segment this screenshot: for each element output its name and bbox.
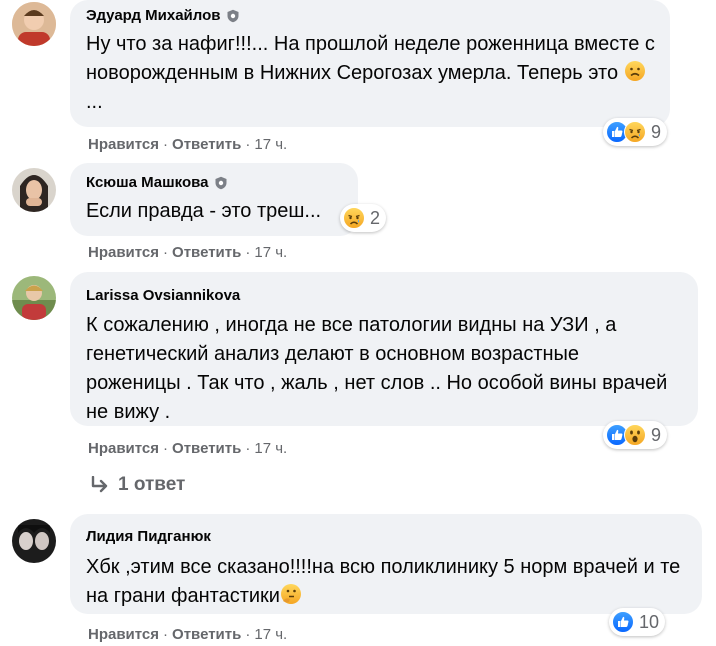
comment-bubble: Эдуард Михайлов Ну что за нафиг!!!... На… — [70, 0, 670, 127]
author-row: Эдуард Михайлов — [86, 6, 656, 26]
comment-actions: Нравится · Ответить · 17 ч. — [88, 626, 288, 643]
reaction-count: 9 — [651, 121, 662, 142]
avatar[interactable] — [12, 276, 56, 320]
reaction-summary[interactable]: 9 — [603, 421, 668, 449]
avatar[interactable] — [12, 2, 56, 46]
author-row: Larissa Ovsiannikova — [86, 286, 684, 306]
comment-bubble: Лидия Пидганюк Хбк ,этим все сказано!!!!… — [70, 514, 702, 614]
timestamp[interactable]: 17 ч. — [254, 626, 287, 643]
reaction-summary[interactable]: 10 — [609, 608, 666, 636]
like-link[interactable]: Нравится — [88, 244, 159, 261]
sad-face-emoji-icon — [624, 61, 645, 81]
reaction-count: 2 — [370, 207, 381, 228]
comment-text: Ну что за нафиг!!!... На прошлой неделе … — [86, 33, 655, 113]
reply-arrow-icon — [91, 476, 108, 493]
author-row: Ксюша Машкова — [86, 173, 344, 193]
comment-text: Если правда - это треш... — [86, 200, 322, 222]
replies-count-label: 1 ответ — [118, 474, 186, 495]
like-link[interactable]: Нравится — [88, 440, 159, 457]
shield-badge-icon — [227, 9, 239, 23]
reaction-summary[interactable]: 9 — [603, 118, 668, 146]
comment-actions: Нравится · Ответить · 17 ч. — [88, 244, 288, 261]
timestamp[interactable]: 17 ч. — [254, 244, 287, 261]
author-name[interactable]: Лидия Пидганюк — [86, 527, 211, 547]
comment-bubble: Larissa Ovsiannikova К сожалению , иногд… — [70, 272, 698, 426]
author-name[interactable]: Larissa Ovsiannikova — [86, 286, 240, 306]
reply-link[interactable]: Ответить — [172, 136, 241, 153]
avatar[interactable] — [12, 519, 56, 563]
sad-icon — [624, 121, 646, 143]
sad-icon — [343, 207, 365, 229]
like-icon — [612, 611, 634, 633]
author-name[interactable]: Эдуард Михайлов — [86, 6, 220, 26]
reaction-count: 10 — [639, 611, 660, 632]
wow-icon — [624, 424, 646, 446]
author-name[interactable]: Ксюша Машкова — [86, 173, 208, 193]
comment-actions: Нравится · Ответить · 17 ч. — [88, 440, 288, 457]
avatar[interactable] — [12, 168, 56, 212]
author-row: Лидия Пидганюк — [86, 527, 688, 547]
comment-text: К сожалению , иногда не все патологии ви… — [86, 314, 668, 423]
view-replies-link[interactable]: 1 ответ — [90, 474, 185, 496]
comment-text: Хбк ,этим все сказано!!!!на всю поликлин… — [86, 556, 681, 607]
reply-link[interactable]: Ответить — [172, 440, 241, 457]
like-link[interactable]: Нравится — [88, 136, 159, 153]
comment-actions: Нравится · Ответить · 17 ч. — [88, 136, 288, 153]
reply-link[interactable]: Ответить — [172, 626, 241, 643]
timestamp[interactable]: 17 ч. — [254, 136, 287, 153]
shield-badge-icon — [215, 176, 227, 190]
reaction-summary[interactable]: 2 — [340, 204, 387, 232]
comment-bubble: Ксюша Машкова Если правда - это треш... — [70, 163, 358, 236]
like-link[interactable]: Нравится — [88, 626, 159, 643]
timestamp[interactable]: 17 ч. — [254, 440, 287, 457]
reply-link[interactable]: Ответить — [172, 244, 241, 261]
thinking-face-emoji-icon — [280, 584, 301, 604]
reaction-count: 9 — [651, 424, 662, 445]
